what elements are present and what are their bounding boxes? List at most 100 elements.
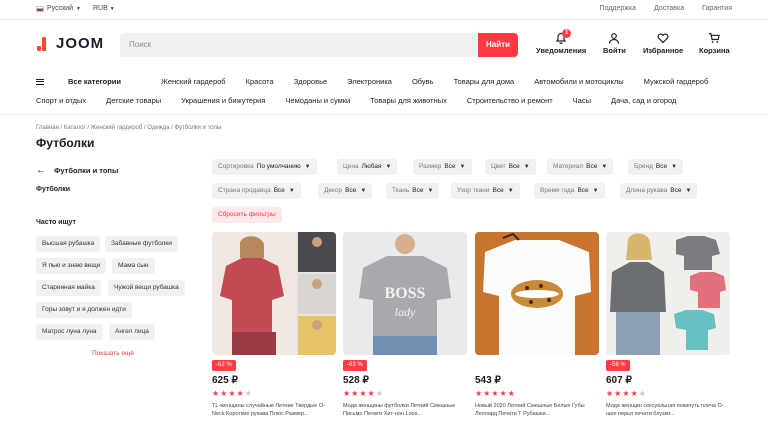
- svg-text:lady: lady: [395, 305, 416, 319]
- filter-name: Бренд: [634, 163, 653, 170]
- favorites-label: Избранное: [643, 46, 684, 55]
- filter-sort[interactable]: Сортировка По умолчанию ▼: [212, 159, 317, 175]
- star-empty-icon: ★: [375, 389, 384, 398]
- filter-fabric[interactable]: Ткань Все ▼: [386, 183, 440, 199]
- product-image[interactable]: [212, 232, 336, 355]
- chevron-down-icon: ▼: [109, 6, 115, 12]
- rating-stars: ★★★★★: [212, 389, 253, 398]
- star-icon: ★★★★: [606, 389, 639, 398]
- filter-value: Все: [577, 187, 589, 194]
- login-label: Войти: [603, 46, 626, 55]
- filter-material[interactable]: Материал Все ▼: [547, 159, 614, 175]
- divider: [0, 114, 768, 115]
- current-category[interactable]: Футболки: [36, 186, 70, 193]
- nav-item-health[interactable]: Здоровье: [294, 77, 327, 86]
- product-card[interactable]: 543 ₽ ★★★★★ Новый 2020 Летний Смешные Бе…: [475, 232, 599, 417]
- filter-pattern[interactable]: Узор ткани Все ▼: [451, 183, 520, 199]
- nav-item-auto[interactable]: Автомобили и мотоциклы: [534, 77, 623, 86]
- product-image[interactable]: [475, 232, 599, 355]
- menu-icon: [36, 78, 44, 85]
- nav-item-garden[interactable]: Дача, сад и огород: [611, 96, 676, 105]
- nav-item-womens[interactable]: Женский гардероб: [161, 77, 226, 86]
- login-button[interactable]: Войти: [603, 32, 626, 55]
- popular-tag[interactable]: Старинная майка: [36, 280, 101, 296]
- chevron-down-icon: ▼: [385, 164, 392, 170]
- breadcrumb[interactable]: Главная / Каталог / Женский гардероб / О…: [36, 125, 221, 131]
- popular-tag[interactable]: Горы зовут и я должен идти: [36, 302, 132, 318]
- support-link[interactable]: Поддержка: [600, 5, 637, 12]
- product-title[interactable]: TL-женщины случайные Летние Твердые O-Ne…: [212, 402, 336, 418]
- product-image[interactable]: BOSS lady: [343, 232, 467, 355]
- discount-badge: -58 %: [606, 360, 630, 371]
- product-image[interactable]: [606, 232, 730, 355]
- warranty-link[interactable]: Гарантия: [702, 5, 732, 12]
- filter-color[interactable]: Цвет Все ▼: [485, 159, 536, 175]
- nav-item-home[interactable]: Товары для дома: [454, 77, 515, 86]
- star-icon: ★★★★: [212, 389, 245, 398]
- notification-count-badge: 1: [562, 29, 572, 38]
- filter-name: Декор: [324, 187, 343, 194]
- product-card[interactable]: BOSS lady -63 % 528 ₽ ★★★★★ Мода женщины…: [343, 232, 467, 417]
- filter-sleeve-length[interactable]: Длина рукава Все ▼: [620, 183, 698, 199]
- filter-name: Время года: [540, 187, 575, 194]
- nav-item-jewelry[interactable]: Украшения и бижутерия: [181, 96, 265, 105]
- filter-price[interactable]: Цена Любая ▼: [337, 159, 398, 175]
- nav-item-mens[interactable]: Мужской гардероб: [644, 77, 709, 86]
- search-button[interactable]: Найти: [478, 33, 518, 57]
- chevron-down-icon: ▼: [75, 5, 81, 12]
- popular-tag[interactable]: Высшая рубашка: [36, 236, 101, 252]
- filter-brand[interactable]: Бренд Все ▼: [628, 159, 684, 175]
- product-card[interactable]: -58 % 607 ₽ ★★★★★ Мода женщин сексуальна…: [606, 232, 730, 417]
- popular-tag[interactable]: Матрос луна луна: [36, 324, 103, 340]
- filter-size[interactable]: Размер Все ▼: [413, 159, 472, 175]
- star-empty-icon: ★: [638, 389, 647, 398]
- popular-tag[interactable]: Мама сын: [112, 258, 155, 274]
- nav-item-watches[interactable]: Часы: [573, 96, 591, 105]
- nav-item-beauty[interactable]: Красота: [246, 77, 274, 86]
- nav-item-electronics[interactable]: Электроника: [347, 77, 392, 86]
- svg-text:BOSS: BOSS: [385, 285, 426, 302]
- product-title[interactable]: Мода женщины футболки Летний Смешные Пис…: [343, 402, 467, 418]
- product-card[interactable]: -62 % 625 ₽ ★★★★★ TL-женщины случайные Л…: [212, 232, 336, 417]
- rating-stars: ★★★★★: [606, 389, 647, 398]
- all-categories-label: Все категории: [68, 77, 122, 86]
- filter-value: Все: [655, 163, 668, 170]
- russia-flag-icon: [36, 5, 44, 12]
- search-input[interactable]: Поиск: [129, 40, 151, 49]
- popular-tag[interactable]: Я пью и знаю вещи: [36, 258, 107, 274]
- delivery-link[interactable]: Доставка: [654, 5, 684, 12]
- filter-name: Узор ткани: [457, 187, 490, 194]
- nav-item-sport[interactable]: Спорт и отдых: [36, 96, 86, 105]
- language-selector[interactable]: Русский ▼: [36, 5, 81, 12]
- filter-season[interactable]: Время года Все ▼: [534, 183, 605, 199]
- favorites-button[interactable]: Избранное: [643, 32, 683, 55]
- filter-seller-country[interactable]: Страна продавца Все ▼: [212, 183, 301, 199]
- popular-tag[interactable]: Ангел лица: [109, 324, 155, 340]
- chevron-down-icon: ▼: [523, 164, 530, 170]
- product-title[interactable]: Мода женщин сексуальная покинуть плеча O…: [606, 402, 730, 418]
- filter-value: По умолчанию: [256, 163, 301, 170]
- filter-name: Цена: [343, 163, 359, 170]
- filter-decor[interactable]: Декор Все ▼: [318, 183, 373, 199]
- chevron-down-icon: ▼: [671, 164, 678, 170]
- brand-name: JOOM: [56, 35, 105, 52]
- nav-item-pets[interactable]: Товары для животных: [370, 96, 447, 105]
- popular-tag[interactable]: Забавные футболки: [105, 236, 178, 252]
- cart-button[interactable]: Корзина: [699, 32, 730, 55]
- nav-item-shoes[interactable]: Обувь: [412, 77, 434, 86]
- product-title[interactable]: Новый 2020 Летний Смешные Белые Губы Лео…: [475, 402, 599, 418]
- currency-selector[interactable]: RUB ▼: [93, 5, 115, 12]
- popular-tag[interactable]: Чужой вещи рубашка: [108, 280, 185, 296]
- nav-item-construction[interactable]: Строительство и ремонт: [467, 96, 553, 105]
- back-to-category-link[interactable]: ← Футболки и топы: [36, 165, 118, 176]
- product-price: 543 ₽: [475, 375, 501, 386]
- rating-stars: ★★★★★: [343, 389, 384, 398]
- joom-logo[interactable]: JOOM: [36, 35, 104, 52]
- nav-item-kids[interactable]: Детские товары: [106, 96, 161, 105]
- nav-item-bags[interactable]: Чемоданы и сумки: [285, 96, 350, 105]
- filter-name: Страна продавца: [218, 187, 271, 194]
- reset-filters-button[interactable]: Сбросить фильтры: [212, 207, 282, 223]
- all-categories-button[interactable]: Все категории: [36, 77, 141, 86]
- show-more-link[interactable]: Показать ещё: [92, 350, 134, 357]
- notifications-button[interactable]: 1 Уведомления: [536, 29, 586, 55]
